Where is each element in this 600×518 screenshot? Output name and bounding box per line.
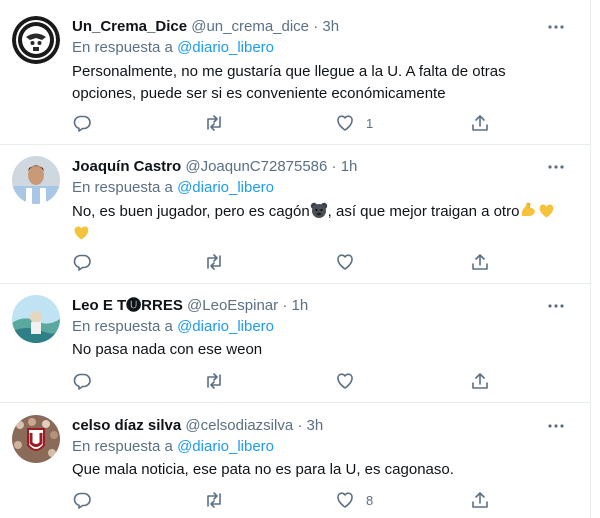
display-name[interactable]: celso díaz silva bbox=[72, 417, 181, 434]
tweet-reply[interactable]: Un_Crema_Dice @un_crema_dice · 3h En res… bbox=[0, 0, 590, 145]
reply-context: En respuesta a @diario_libero bbox=[72, 178, 274, 198]
more-options-icon[interactable] bbox=[546, 157, 566, 177]
skull-crest-icon bbox=[12, 16, 60, 64]
tweet-actions: 1 bbox=[72, 112, 492, 136]
mouse-face-emoji-icon bbox=[310, 202, 327, 218]
share-button[interactable] bbox=[470, 251, 490, 273]
like-button[interactable]: 8 bbox=[335, 489, 373, 511]
reply-icon bbox=[73, 254, 91, 271]
reply-icon bbox=[73, 492, 91, 509]
tweet-actions: 8 bbox=[72, 489, 492, 513]
handle[interactable]: @LeoEspinar bbox=[187, 297, 278, 314]
timestamp[interactable]: 3h bbox=[307, 417, 324, 434]
separator-dot: · bbox=[297, 417, 303, 434]
retweet-button[interactable] bbox=[203, 112, 225, 134]
tweet-header: Leo E T🅤RRES @LeoEspinar · 1h bbox=[72, 296, 308, 316]
retweet-button[interactable] bbox=[203, 251, 225, 273]
avatar[interactable] bbox=[12, 156, 60, 204]
tweet-reply[interactable]: Joaquín Castro @JoaqunC72875586 · 1h En … bbox=[0, 145, 590, 284]
more-options-icon[interactable] bbox=[546, 296, 566, 316]
yellow-heart-emoji-icon bbox=[74, 226, 89, 240]
share-icon bbox=[472, 373, 488, 389]
reply-button[interactable] bbox=[72, 251, 92, 273]
footballer-photo-icon bbox=[12, 156, 60, 204]
retweet-button[interactable] bbox=[203, 489, 225, 511]
timestamp[interactable]: 3h bbox=[322, 18, 339, 35]
reply-context: En respuesta a @diario_libero bbox=[72, 437, 274, 457]
tweet-reply[interactable]: celso díaz silva @celsodiazsilva · 3h En… bbox=[0, 403, 590, 518]
reply-icon bbox=[73, 373, 91, 390]
retweet-icon bbox=[207, 254, 221, 270]
separator-dot: · bbox=[282, 297, 288, 314]
tweet-text-part: No, es buen jugador, pero es cagón bbox=[72, 203, 310, 220]
flexed-biceps-emoji-icon bbox=[522, 202, 536, 216]
tweet-header: Un_Crema_Dice @un_crema_dice · 3h bbox=[72, 17, 339, 37]
retweet-icon bbox=[207, 115, 221, 131]
reply-icon bbox=[73, 115, 91, 132]
reply-prefix: En respuesta a bbox=[72, 179, 173, 196]
tweet-actions bbox=[72, 251, 492, 275]
tweet-header: celso díaz silva @celsodiazsilva · 3h bbox=[72, 416, 323, 436]
reply-prefix: En respuesta a bbox=[72, 39, 173, 56]
tweet-actions bbox=[72, 370, 492, 394]
avatar[interactable] bbox=[12, 16, 60, 64]
like-count: 1 bbox=[366, 115, 374, 131]
tweet-text-part: , así que mejor traigan a otro bbox=[327, 203, 520, 220]
display-name[interactable]: Un_Crema_Dice bbox=[72, 18, 187, 35]
handle[interactable]: @celsodiazsilva bbox=[185, 417, 293, 434]
reply-prefix: En respuesta a bbox=[72, 318, 173, 335]
reply-context: En respuesta a @diario_libero bbox=[72, 38, 274, 58]
timeline-border bbox=[590, 0, 591, 518]
share-icon bbox=[472, 254, 488, 270]
tweet-header: Joaquín Castro @JoaqunC72875586 · 1h bbox=[72, 157, 357, 177]
reply-button[interactable] bbox=[72, 112, 92, 134]
handle[interactable]: @un_crema_dice bbox=[191, 18, 309, 35]
retweet-icon bbox=[207, 373, 221, 389]
avatar[interactable] bbox=[12, 295, 60, 343]
reply-to-link[interactable]: @diario_libero bbox=[177, 39, 274, 56]
reply-context: En respuesta a @diario_libero bbox=[72, 317, 274, 337]
yellow-heart-emoji-icon bbox=[540, 204, 554, 218]
retweet-button[interactable] bbox=[203, 370, 225, 392]
like-button[interactable] bbox=[335, 370, 366, 392]
share-icon bbox=[472, 115, 488, 131]
reply-to-link[interactable]: @diario_libero bbox=[177, 179, 274, 196]
tweet-text: Que mala noticia, ese pata no es para la… bbox=[72, 461, 454, 478]
share-button[interactable] bbox=[470, 489, 490, 511]
more-options-icon[interactable] bbox=[546, 17, 566, 37]
heart-icon bbox=[337, 115, 353, 131]
reply-button[interactable] bbox=[72, 370, 92, 392]
display-name[interactable]: Joaquín Castro bbox=[72, 158, 181, 175]
reply-prefix: En respuesta a bbox=[72, 438, 173, 455]
tweet-text: Personalmente, no me gustaría que llegue… bbox=[72, 63, 506, 102]
handle[interactable]: @JoaqunC72875586 bbox=[185, 158, 327, 175]
reply-button[interactable] bbox=[72, 489, 92, 511]
tweet-text: No pasa nada con ese weon bbox=[72, 341, 263, 358]
tweet-text: No, es buen jugador, pero es cagón , así … bbox=[72, 201, 562, 245]
avatar[interactable] bbox=[12, 415, 60, 463]
like-count: 8 bbox=[366, 492, 374, 508]
timestamp[interactable]: 1h bbox=[341, 158, 358, 175]
separator-dot: · bbox=[313, 18, 319, 35]
heart-icon bbox=[337, 373, 353, 389]
display-name[interactable]: Leo E T🅤RRES bbox=[72, 297, 183, 314]
landscape-photo-icon bbox=[12, 295, 60, 343]
reply-to-link[interactable]: @diario_libero bbox=[177, 318, 274, 335]
heart-icon bbox=[337, 254, 353, 270]
heart-icon bbox=[337, 492, 353, 508]
crowd-crest-icon bbox=[12, 415, 60, 463]
timestamp[interactable]: 1h bbox=[292, 297, 309, 314]
retweet-icon bbox=[207, 492, 221, 508]
like-button[interactable] bbox=[335, 251, 366, 273]
share-icon bbox=[472, 492, 488, 508]
share-button[interactable] bbox=[470, 112, 490, 134]
separator-dot: · bbox=[331, 158, 337, 175]
tweet-reply[interactable]: Leo E T🅤RRES @LeoEspinar · 1h En respues… bbox=[0, 284, 590, 403]
like-button[interactable]: 1 bbox=[335, 112, 373, 134]
share-button[interactable] bbox=[470, 370, 490, 392]
reply-to-link[interactable]: @diario_libero bbox=[177, 438, 274, 455]
more-options-icon[interactable] bbox=[546, 416, 566, 436]
